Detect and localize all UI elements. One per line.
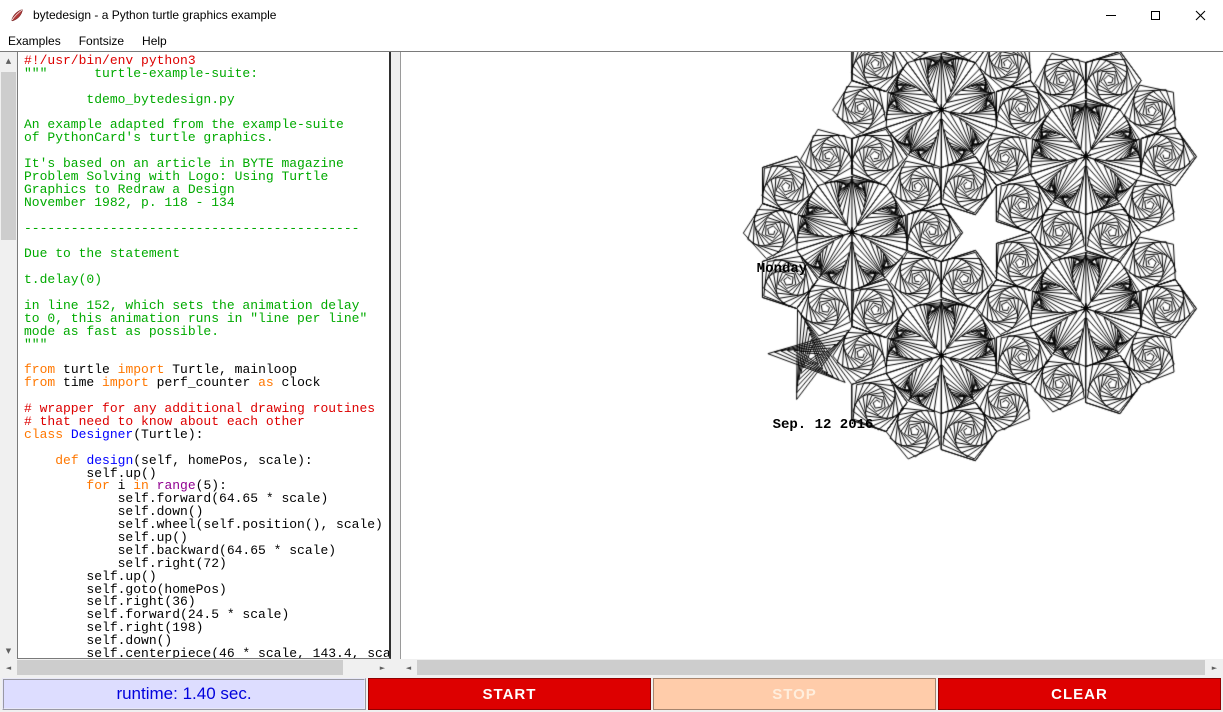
canvas-text-weekday: Monday <box>757 261 807 277</box>
turtle-canvas-area: Monday Sep. 12 2016 <box>400 52 1223 659</box>
code-line: from time import perf_counter as clock <box>24 377 389 390</box>
window-title: bytedesign - a Python turtle graphics ex… <box>33 8 276 22</box>
maximize-icon <box>1151 11 1160 20</box>
minimize-button[interactable] <box>1088 0 1133 30</box>
code-vscroll-thumb[interactable] <box>1 72 16 240</box>
maximize-button[interactable] <box>1133 0 1178 30</box>
code-line: of PythonCard's turtle graphics. <box>24 132 389 145</box>
scroll-right-icon[interactable]: ► <box>1206 659 1223 676</box>
turtle-canvas <box>401 52 1223 659</box>
clear-button[interactable]: CLEAR <box>938 678 1221 710</box>
scroll-down-icon[interactable]: ▼ <box>0 642 17 659</box>
code-line: self.centerpiece(46 * scale, 143.4, scal… <box>24 648 389 659</box>
canvas-horizontal-scrollbar[interactable]: ◄ ► <box>400 659 1223 676</box>
code-line: """ <box>24 339 389 352</box>
menu-fontsize[interactable]: Fontsize <box>70 30 133 51</box>
code-line: November 1982, p. 118 - 134 <box>24 197 389 210</box>
scroll-right-icon[interactable]: ► <box>374 659 391 676</box>
scroll-left-icon[interactable]: ◄ <box>400 659 417 676</box>
menubar: Examples Fontsize Help <box>0 30 1223 52</box>
close-button[interactable] <box>1178 0 1223 30</box>
scroll-left-icon[interactable]: ◄ <box>0 659 17 676</box>
code-line: mode as fast as possible. <box>24 326 389 339</box>
code-hscroll-thumb[interactable] <box>17 660 343 675</box>
app-icon <box>9 7 25 23</box>
stop-button[interactable]: STOP <box>653 678 936 710</box>
minimize-icon <box>1106 15 1116 16</box>
code-line: tdemo_bytedesign.py <box>24 94 389 107</box>
code-line: class Designer(Turtle): <box>24 429 389 442</box>
start-button[interactable]: START <box>368 678 651 710</box>
code-area[interactable]: #!/usr/bin/env python3""" turtle-example… <box>17 52 391 659</box>
menu-help[interactable]: Help <box>133 30 176 51</box>
code-line: Due to the statement <box>24 248 389 261</box>
close-icon <box>1195 10 1206 21</box>
status-bar: runtime: 1.40 sec. START STOP CLEAR <box>0 676 1223 712</box>
pane-divider <box>391 52 400 659</box>
titlebar[interactable]: bytedesign - a Python turtle graphics ex… <box>0 0 1223 30</box>
menu-examples[interactable]: Examples <box>0 30 70 51</box>
code-line: t.delay(0) <box>24 274 389 287</box>
canvas-text-date: Sep. 12 2016 <box>773 417 874 433</box>
scroll-up-icon[interactable]: ▲ <box>0 52 17 69</box>
canvas-hscroll-thumb[interactable] <box>417 660 1205 675</box>
code-line: ----------------------------------------… <box>24 223 389 236</box>
app-window: bytedesign - a Python turtle graphics ex… <box>0 0 1223 712</box>
window-controls <box>1088 0 1223 30</box>
code-line: """ turtle-example-suite: <box>24 68 389 81</box>
code-vertical-scrollbar[interactable]: ▲ ▼ <box>0 52 17 659</box>
code-horizontal-scrollbar[interactable]: ◄ ► <box>0 659 391 676</box>
runtime-label: runtime: 1.40 sec. <box>2 678 366 710</box>
